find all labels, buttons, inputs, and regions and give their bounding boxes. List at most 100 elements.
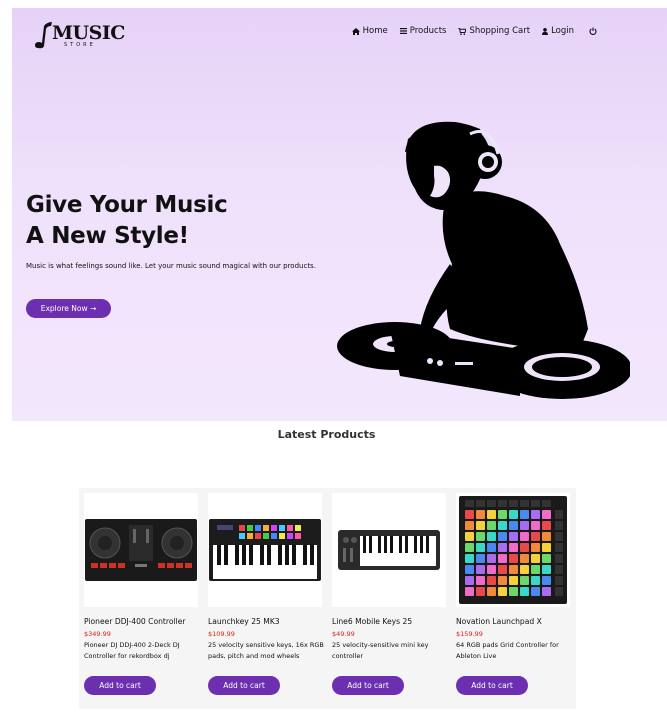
launchpad-side-button [555,510,563,519]
launchpad-pad [498,576,507,585]
product-price: $159.99 [456,630,483,638]
nav-home[interactable]: Home [351,26,388,36]
launchpad-pad [531,576,540,585]
product-description: 25 velocity sensitive keys, 16x RGB pads… [208,641,324,660]
launchpad-pad [498,521,507,530]
nav-home-label: Home [362,26,388,36]
add-to-cart-button[interactable]: Add to cart [332,676,404,695]
launchpad-pad [498,543,507,552]
cart-icon [458,27,467,35]
dj-illustration [337,121,630,399]
launchpad-pad [520,565,529,574]
launchpad-side-button [555,565,563,574]
launchpad-pad [487,521,496,530]
add-to-cart-button[interactable]: Add to cart [84,676,156,695]
explore-now-button[interactable]: Explore Now → [26,299,111,318]
launchpad-pad [476,521,485,530]
launchpad-pad [476,543,485,552]
launchpad-pad [487,543,496,552]
launchpad-pad [531,532,540,541]
launchpad-pad [531,510,540,519]
product-card: Novation Launchpad X $159.99 64 RGB pads… [454,493,572,704]
nav-logout[interactable] [589,26,597,36]
product-card: Line6 Mobile Keys 25 $49.99 25 velocity-… [330,493,448,704]
product-grid: Pioneer DDJ-400 Controller $349.99 Pione… [79,488,576,709]
launchpad-top-button [531,500,540,507]
launchpad-pad [520,576,529,585]
launchpad-pad [531,565,540,574]
nav-products-label: Products [409,26,447,36]
launchpad-pad [498,510,507,519]
launchpad-pad [465,576,474,585]
nav-products[interactable]: Products [399,26,447,36]
launchpad-pad [476,510,485,519]
product-image[interactable] [456,493,570,607]
launchpad-pad [520,587,529,596]
latest-products-title: Latest Products [277,428,376,441]
launchpad-pad [509,532,518,541]
product-price: $49.99 [332,630,355,638]
launchpad-pad [542,587,551,596]
product-price: $349.99 [84,630,111,638]
launchpad-pad [498,565,507,574]
product-description: 25 velocity-sensitive mini key controlle… [332,641,429,660]
launchpad-pad [487,510,496,519]
product-name[interactable]: Pioneer DDJ-400 Controller [84,617,186,626]
launchpad-pad [476,565,485,574]
launchpad-pad [498,532,507,541]
launchpad-pad [520,521,529,530]
launchpad-pad [487,554,496,563]
launchpad-pad [542,543,551,552]
launchpad-pad [509,543,518,552]
add-to-cart-button[interactable]: Add to cart [456,676,528,695]
launchpad-pad [520,554,529,563]
product-card: Launchkey 25 MK3 $109.99 25 velocity sen… [206,493,324,704]
product-image[interactable] [84,493,198,607]
launchpad-side-button [555,587,563,596]
launchpad-top-button [520,500,529,507]
hero-description: Music is what feelings sound like. Let y… [26,262,316,270]
product-name[interactable]: Launchkey 25 MK3 [208,617,280,626]
launchpad-pad [520,532,529,541]
launchpad-top-button [487,500,496,507]
launchpad-pad [487,565,496,574]
keyboard-controller-image [209,519,321,581]
nav-shopping-cart[interactable]: Shopping Cart [458,26,530,36]
list-icon [399,28,407,34]
launchpad-pad [476,576,485,585]
add-to-cart-button[interactable]: Add to cart [208,676,280,695]
product-name[interactable]: Line6 Mobile Keys 25 [332,617,412,626]
launchpad-pad [542,576,551,585]
launchpad-pad [465,521,474,530]
product-name[interactable]: Novation Launchpad X [456,617,542,626]
logo-subtext: STORE [64,42,96,48]
launchpad-pad [487,576,496,585]
launchpad-pad [520,510,529,519]
launchpad-pad [542,554,551,563]
launchpad-top-button [476,500,485,507]
launchpad-pad [465,587,474,596]
launchpad-grid-image [459,496,567,604]
product-image[interactable] [332,493,446,607]
music-note-icon [35,22,52,49]
launchpad-side-button [555,521,563,530]
launchpad-pad [542,521,551,530]
launchpad-pad [476,554,485,563]
launchpad-pad [509,576,518,585]
product-card: Pioneer DDJ-400 Controller $349.99 Pione… [82,493,200,704]
launchpad-pad [465,554,474,563]
launchpad-side-button [555,554,563,563]
main-nav: Home Products Shopping Cart Login [351,26,597,36]
hero-title: Give Your Music A New Style! [26,190,228,252]
product-image[interactable] [208,493,322,607]
launchpad-pad [509,587,518,596]
hero-title-line1: Give Your Music [26,192,228,218]
launchpad-top-button [509,500,518,507]
launchpad-pad [487,587,496,596]
launchpad-pad [531,587,540,596]
product-price: $109.99 [208,630,235,638]
launchpad-pad [498,554,507,563]
launchpad-pad [509,510,518,519]
logo[interactable]: MUSIC STORE [34,18,125,52]
nav-login[interactable]: Login [542,26,574,36]
